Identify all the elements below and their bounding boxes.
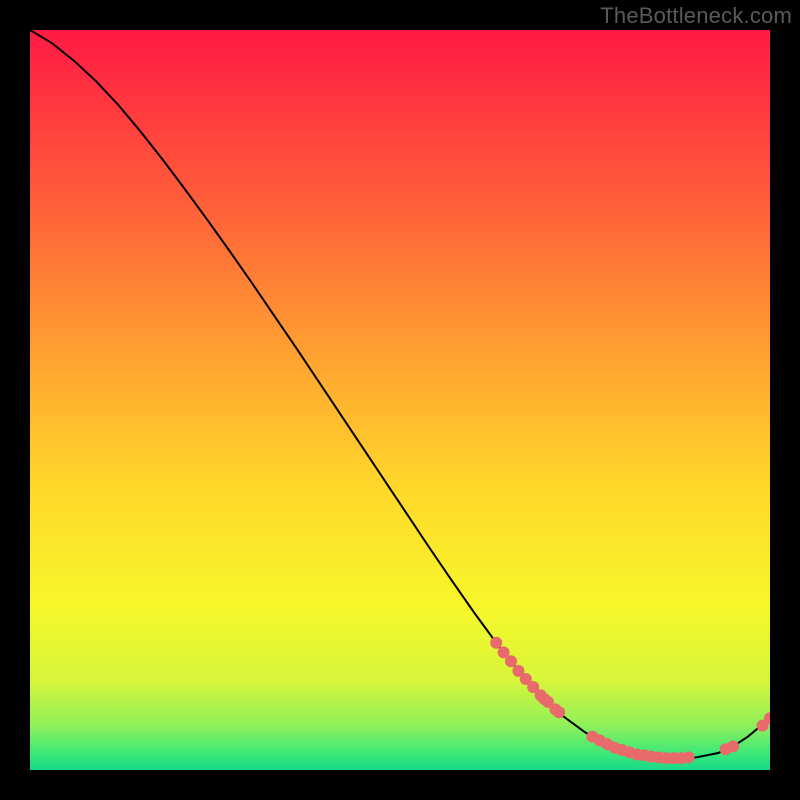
data-point — [553, 706, 565, 718]
data-point — [727, 740, 739, 752]
bottleneck-chart — [30, 30, 770, 770]
data-point — [505, 655, 517, 667]
data-point — [490, 637, 502, 649]
chart-container — [30, 30, 770, 770]
data-point — [683, 751, 695, 763]
watermark-text: TheBottleneck.com — [600, 3, 792, 29]
gradient-background — [30, 30, 770, 770]
